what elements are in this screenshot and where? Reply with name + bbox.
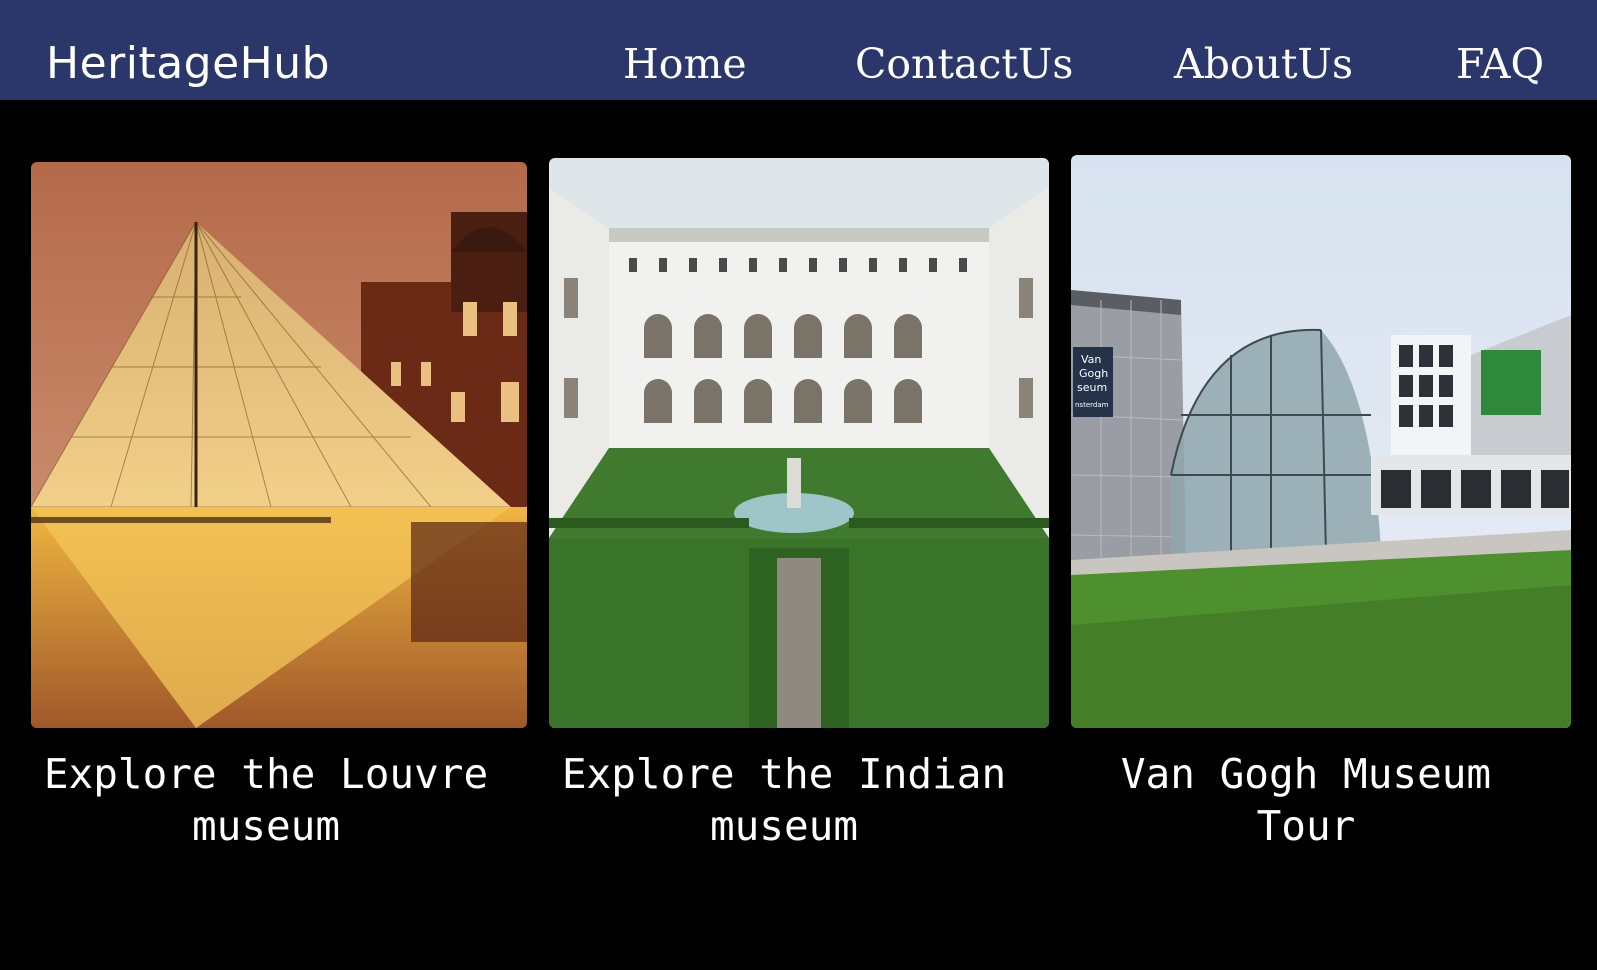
- svg-text:Gogh: Gogh: [1079, 367, 1108, 380]
- svg-text:seum: seum: [1077, 381, 1107, 394]
- svg-text:Van: Van: [1081, 353, 1101, 366]
- indian-museum-courtyard-image[interactable]: [549, 158, 1049, 728]
- nav-aboutus-link[interactable]: AboutUs: [1174, 38, 1353, 90]
- nav-home-link[interactable]: Home: [623, 38, 747, 90]
- louvre-pyramid-image[interactable]: [31, 162, 527, 728]
- top-navbar: HeritageHub Home ContactUs AboutUs FAQ: [0, 0, 1597, 100]
- svg-text:nsterdam: nsterdam: [1075, 401, 1109, 409]
- card-caption-louvre[interactable]: Explore the Louvre museum: [31, 748, 501, 852]
- card-caption-van-gogh[interactable]: Van Gogh Museum Tour: [1071, 748, 1541, 852]
- site-logo[interactable]: HeritageHub: [46, 34, 330, 94]
- nav-contactus-link[interactable]: ContactUs: [855, 38, 1073, 90]
- nav-faq-link[interactable]: FAQ: [1456, 38, 1544, 90]
- card-caption-indian-museum[interactable]: Explore the Indian museum: [549, 748, 1019, 852]
- van-gogh-museum-image[interactable]: Van Gogh seum nsterdam: [1071, 155, 1571, 728]
